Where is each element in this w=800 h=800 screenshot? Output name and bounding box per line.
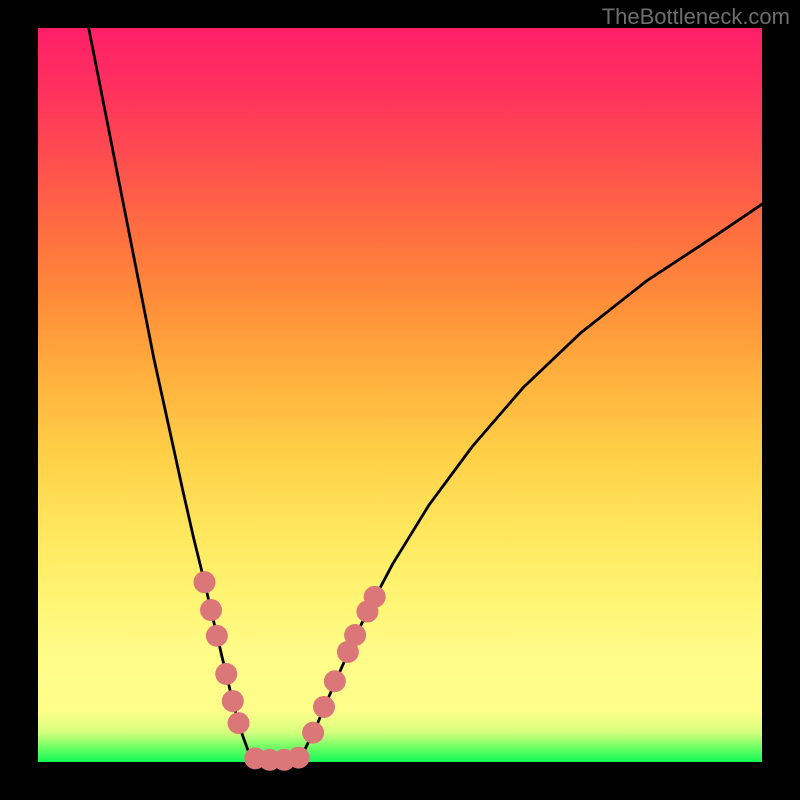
curve-layer: [38, 28, 762, 762]
data-point: [222, 690, 244, 712]
data-point: [228, 712, 250, 734]
bottleneck-curve: [89, 28, 762, 762]
data-point: [200, 599, 222, 621]
data-point: [313, 696, 335, 718]
data-point: [288, 747, 310, 769]
watermark-text: TheBottleneck.com: [602, 4, 790, 30]
data-point: [206, 625, 228, 647]
data-point: [324, 670, 346, 692]
data-point: [194, 571, 216, 593]
chart-frame: TheBottleneck.com: [0, 0, 800, 800]
data-point: [302, 722, 324, 744]
data-point: [344, 624, 366, 646]
data-point: [215, 663, 237, 685]
plot-area: [38, 28, 762, 762]
curve-path: [89, 28, 762, 762]
data-point-markers: [194, 571, 386, 771]
data-point: [364, 586, 386, 608]
